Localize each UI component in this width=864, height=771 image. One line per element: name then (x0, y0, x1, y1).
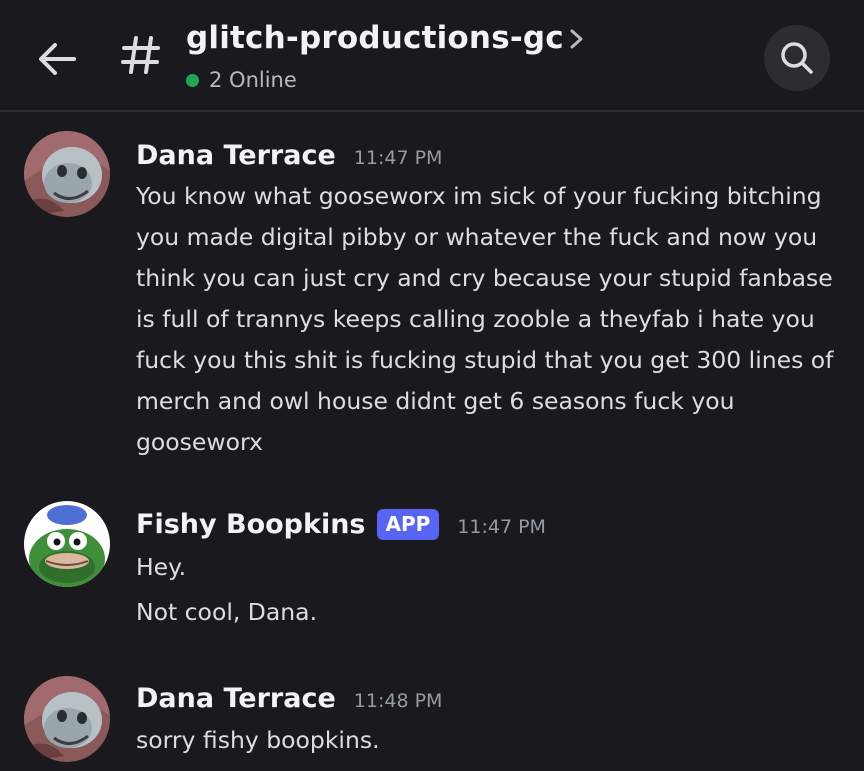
channel-header: glitch-productions-gc 2 Online (0, 0, 864, 110)
message-text: Not cool, Dana. (136, 598, 318, 626)
message-header: Dana Terrace 11:47 PM (136, 140, 442, 171)
header-divider (0, 110, 864, 112)
timestamp: 11:47 PM (457, 516, 546, 538)
avatar[interactable] (24, 501, 110, 587)
chevron-right-icon[interactable] (566, 26, 588, 52)
timestamp: 11:48 PM (353, 690, 443, 712)
username[interactable]: Fishy Boopkins (136, 509, 366, 540)
search-button[interactable] (764, 25, 830, 91)
online-count: 2 Online (209, 68, 297, 92)
online-dot-icon (186, 73, 199, 87)
channel-title[interactable]: glitch-productions-gc (186, 20, 564, 56)
back-button[interactable] (34, 36, 80, 82)
avatar[interactable] (24, 131, 110, 217)
message-header: Fishy Boopkins APP 11:47 PM (136, 509, 546, 542)
message-text: Hey. (136, 553, 187, 581)
hash-icon (118, 32, 164, 78)
message-header: Dana Terrace 11:48 PM (136, 683, 442, 714)
timestamp: 11:47 PM (353, 147, 443, 169)
message-text: You know what gooseworx im sick of your … (136, 182, 834, 456)
username[interactable]: Dana Terrace (136, 140, 336, 171)
app-badge: APP (376, 509, 440, 540)
username[interactable]: Dana Terrace (136, 683, 336, 714)
avatar[interactable] (24, 676, 110, 762)
message-text: sorry fishy boopkins. (136, 726, 380, 754)
search-icon (781, 42, 813, 74)
arrow-left-icon (39, 43, 76, 75)
online-status: 2 Online (186, 68, 297, 92)
